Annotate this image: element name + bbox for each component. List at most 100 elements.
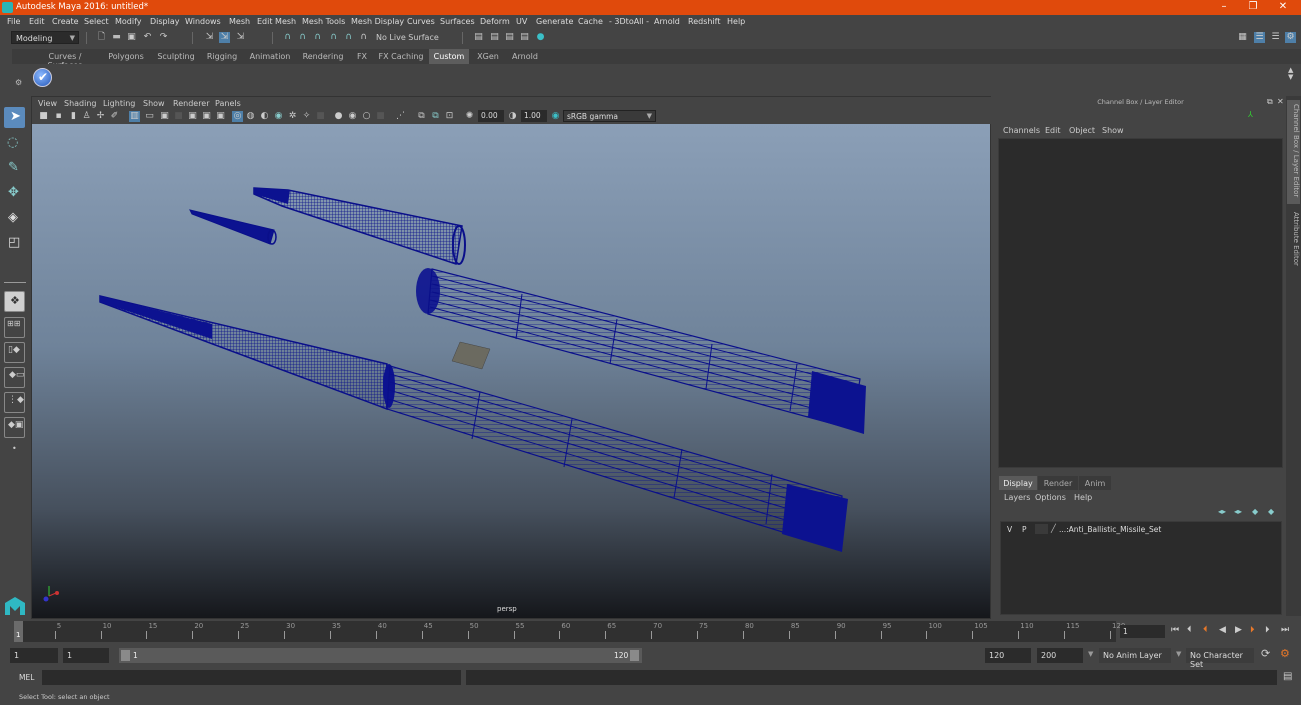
menu-file[interactable]: File	[7, 17, 20, 26]
script-editor-icon[interactable]: ▤	[1283, 671, 1292, 682]
isolate-select-icon[interactable]: ⋰	[395, 111, 406, 122]
snap-point-icon[interactable]: ∩	[312, 32, 323, 43]
cb-menu-show[interactable]: Show	[1102, 126, 1124, 135]
layer-visibility-toggle[interactable]: V	[1007, 525, 1012, 534]
menu-mesh[interactable]: Mesh	[229, 17, 250, 26]
cb-menu-channels[interactable]: Channels	[1003, 126, 1040, 135]
menu-deform[interactable]: Deform	[480, 17, 510, 26]
close-button[interactable]: ✕	[1273, 1, 1293, 12]
ipr-render-icon[interactable]: ▤	[504, 32, 515, 43]
move-layer-down-icon[interactable]: ◂▸	[1234, 507, 1242, 516]
attribute-editor-toggle-icon[interactable]: ☰	[1254, 32, 1265, 43]
render-frame-icon[interactable]: ▤	[489, 32, 500, 43]
shelf-settings-icon[interactable]: ⚙	[15, 78, 22, 87]
play-backward-icon[interactable]: ◀	[1219, 625, 1226, 635]
minimize-button[interactable]: –	[1214, 1, 1234, 12]
range-slider[interactable]: 1 120	[119, 648, 642, 663]
go-to-start-icon[interactable]: ⏮	[1171, 625, 1179, 635]
menu-surfaces[interactable]: Surfaces	[440, 17, 475, 26]
select-object-icon[interactable]: ⇲	[219, 32, 230, 43]
render-settings-icon[interactable]: ▤	[519, 32, 530, 43]
four-view-layout-button[interactable]: ⊞⊞	[4, 317, 25, 338]
safe-action-icon[interactable]: ▣	[201, 111, 212, 122]
menu-curves[interactable]: Curves	[407, 17, 435, 26]
snap-live-icon[interactable]: ∩	[343, 32, 354, 43]
range-end-handle[interactable]	[630, 650, 639, 661]
anim-layer-dropdown[interactable]: No Anim Layer	[1099, 648, 1171, 663]
more-layouts-icon[interactable]: •	[12, 444, 17, 453]
vp-menu-renderer[interactable]: Renderer	[173, 99, 210, 108]
layer-name[interactable]: ...:Anti_Ballistic_Missile_Set	[1059, 525, 1161, 534]
step-back-frame-icon[interactable]: ⏴	[1187, 625, 1192, 635]
restore-button[interactable]: ❐	[1243, 1, 1263, 12]
color-space-dropdown[interactable]: sRGB gamma ▼	[563, 110, 656, 122]
tab-fx[interactable]: FX	[352, 49, 372, 64]
menu-create[interactable]: Create	[52, 17, 79, 26]
shelf-scroll-icon[interactable]: ▲ ▼	[1288, 67, 1293, 81]
new-scene-icon[interactable]: 🗋	[96, 32, 107, 43]
film-gate-icon[interactable]: ▭	[144, 111, 155, 122]
tool-settings-toggle-icon[interactable]: ☰	[1270, 32, 1281, 43]
step-back-key-icon[interactable]: ⏴	[1203, 625, 1208, 635]
tab-fx-caching[interactable]: FX Caching	[378, 49, 424, 64]
go-to-end-icon[interactable]: ⏭	[1281, 625, 1289, 635]
multisample-aa-icon[interactable]: ⧉	[430, 111, 441, 122]
save-scene-icon[interactable]: ▣	[126, 32, 137, 43]
vp-menu-view[interactable]: View	[38, 99, 57, 108]
menu-edit-mesh[interactable]: Edit Mesh	[257, 17, 296, 26]
cb-menu-object[interactable]: Object	[1069, 126, 1095, 135]
menu-arnold[interactable]: Arnold	[654, 17, 680, 26]
vp-menu-shading[interactable]: Shading	[64, 99, 97, 108]
layer-row[interactable]: V P ╱ ...:Anti_Ballistic_Missile_Set	[1001, 523, 1281, 535]
command-language-label[interactable]: MEL	[19, 673, 34, 682]
snap-grid-icon[interactable]: ∩	[282, 32, 293, 43]
exposure-field[interactable]: 0.00	[478, 110, 504, 122]
2d-pan-zoom-icon[interactable]: ✢	[95, 111, 106, 122]
le-menu-layers[interactable]: Layers	[1004, 493, 1030, 502]
tab-rendering[interactable]: Rendering	[299, 49, 347, 64]
missile-main-mesh[interactable]	[99, 295, 848, 552]
small-plate-mesh[interactable]	[451, 341, 491, 370]
chevron-down-icon[interactable]: ▼	[1088, 650, 1093, 658]
default-lighting-icon[interactable]: ◐	[259, 111, 270, 122]
float-panel-icon[interactable]: ⧉	[1267, 97, 1273, 107]
tab-sculpting[interactable]: Sculpting	[154, 49, 198, 64]
time-ruler[interactable]: 5 10 15 20 25 30 35 40 45 50 55 60 65 70 75 80 85 90 95 100…	[14, 621, 1125, 642]
menu-windows[interactable]: Windows	[185, 17, 221, 26]
lasso-tool-button[interactable]: ◌	[4, 133, 25, 154]
animation-end-field[interactable]: 200	[1037, 648, 1083, 663]
menu-redshift[interactable]: Redshift	[688, 17, 720, 26]
grid-toggle-icon[interactable]: ▥	[129, 111, 140, 122]
single-perspective-layout-button[interactable]: ❖	[4, 291, 25, 312]
menu-mesh-display[interactable]: Mesh Display	[351, 17, 404, 26]
modeling-toolkit-icon[interactable]: ▦	[1237, 32, 1248, 43]
wireframe-icon[interactable]: ◎	[232, 111, 243, 122]
select-component-icon[interactable]: ⇲	[235, 32, 246, 43]
snap-curve-icon[interactable]: ∩	[297, 32, 308, 43]
menu-mesh-tools[interactable]: Mesh Tools	[302, 17, 345, 26]
depth-of-field-icon[interactable]: ⊡	[444, 111, 455, 122]
new-layer-icon[interactable]: ◆	[1252, 507, 1258, 516]
tab-xgen[interactable]: XGen	[474, 49, 502, 64]
character-set-dropdown[interactable]: No Character Set	[1186, 648, 1254, 669]
warhead-upper-mesh[interactable]	[253, 187, 466, 265]
xray-components-icon[interactable]: ○	[361, 111, 372, 122]
redo-icon[interactable]: ↷	[158, 32, 169, 43]
menu-cache[interactable]: Cache	[578, 17, 603, 26]
select-tool-button[interactable]: ➤	[4, 107, 25, 128]
menu-modify[interactable]: Modify	[115, 17, 142, 26]
small-nose-cone-mesh[interactable]	[189, 209, 277, 245]
image-plane-icon[interactable]: ♙	[81, 111, 92, 122]
menu-generate[interactable]: Generate	[536, 17, 573, 26]
gate-mask-icon[interactable]: ■	[173, 111, 184, 122]
tab-arnold[interactable]: Arnold	[507, 49, 543, 64]
mode-dropdown[interactable]: Modeling ▼	[11, 31, 79, 44]
vp-menu-panels[interactable]: Panels	[215, 99, 241, 108]
animation-start-field[interactable]: 1	[10, 648, 58, 663]
persp-graph-layout-button[interactable]: ▯◆	[4, 342, 25, 363]
gamma-field[interactable]: 1.00	[521, 110, 547, 122]
step-forward-key-icon[interactable]: ⏵	[1250, 625, 1255, 635]
vp-menu-lighting[interactable]: Lighting	[103, 99, 135, 108]
close-panel-icon[interactable]: ✕	[1277, 97, 1284, 106]
cb-menu-edit[interactable]: Edit	[1045, 126, 1061, 135]
